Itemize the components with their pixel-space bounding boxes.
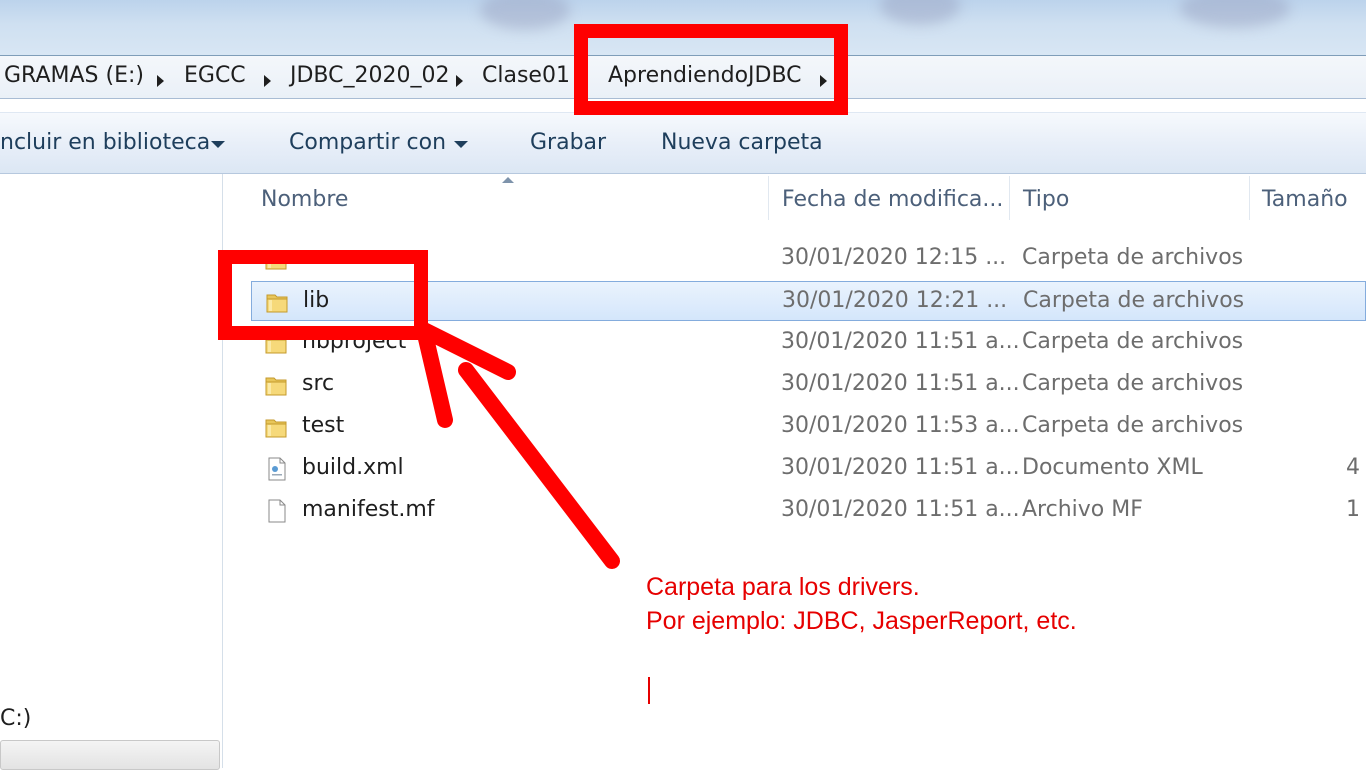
text-cursor (648, 677, 650, 704)
annotation-arrow-icon (416, 322, 620, 569)
annotation-line-1: Carpeta para los drivers. (646, 573, 920, 601)
annotation-note: Carpeta para los drivers. Por ejemplo: J… (646, 570, 1077, 638)
annotation-line-2: Por ejemplo: JDBC, JasperReport, etc. (646, 607, 1077, 635)
arrow-shaft (458, 362, 620, 569)
